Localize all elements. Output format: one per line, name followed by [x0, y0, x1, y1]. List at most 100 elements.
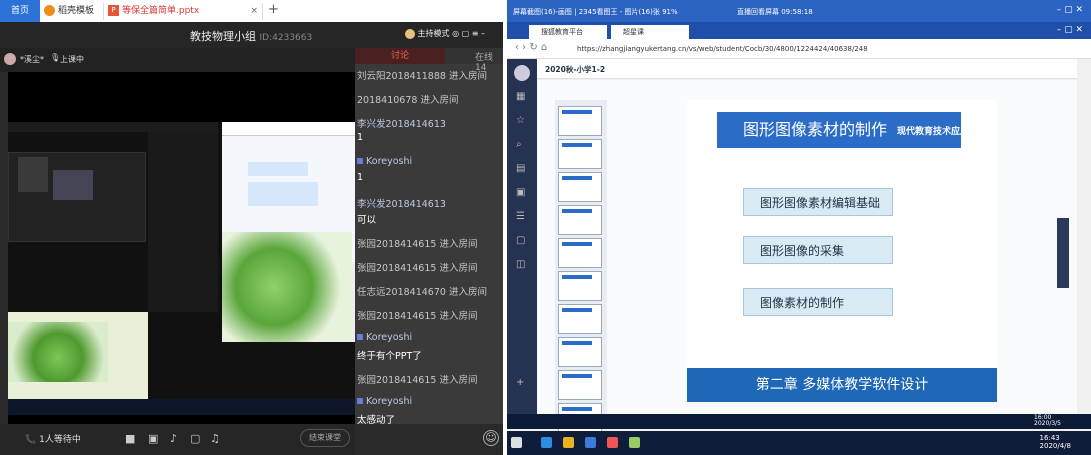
- chat-message-sys: 张园2018414615 进入房间: [357, 308, 477, 322]
- slide-thumbnail[interactable]: [558, 238, 602, 268]
- explorer-icon[interactable]: [563, 437, 574, 448]
- slide-item-3: 图像素材的制作: [743, 288, 893, 316]
- tab-template[interactable]: 稻壳模板: [40, 3, 100, 20]
- tab-discussion[interactable]: 讨论: [355, 48, 445, 64]
- avatar: [405, 28, 415, 39]
- host-mode-button[interactable]: 主持模式 ◎ ▢ ≡ –: [405, 28, 485, 39]
- chat-message-name: Koreyoshi: [357, 332, 412, 343]
- browser-tab-2[interactable]: 超星课: [611, 25, 689, 39]
- slide-thumbnail[interactable]: [558, 337, 602, 367]
- chat-message-body: 1: [357, 132, 363, 143]
- chat-message-text: 李兴发2018414613: [357, 119, 446, 130]
- chat-message-name: Koreyoshi: [357, 156, 412, 167]
- list-icon[interactable]: ☰: [516, 211, 528, 223]
- slide-thumbnail[interactable]: [558, 370, 602, 400]
- browser-tab-1[interactable]: 搜狐教育平台: [529, 25, 607, 39]
- outer-clock: 16:43 2020/4/8: [1039, 434, 1071, 450]
- mic-icon: 🎙: [50, 53, 61, 62]
- nav-icons[interactable]: ‹ › ↻ ⌂: [515, 42, 547, 53]
- template-icon: [44, 5, 55, 16]
- ppt-icon: P: [108, 5, 119, 16]
- user-badge-icon: [357, 398, 363, 404]
- plus-icon[interactable]: +: [516, 377, 528, 389]
- current-slide: 图形图像素材的制作 现代教育技术应用 图形图像素材编辑基础 图形图像的采集 图像…: [687, 100, 997, 402]
- divider: [503, 0, 507, 455]
- inner-taskbar: 16:00 2020/3/5: [507, 414, 1091, 429]
- windows-taskbar: 16:43 2020/4/8: [507, 431, 1091, 455]
- slide-thumbnail[interactable]: [558, 271, 602, 301]
- calendar-icon[interactable]: ▣: [516, 187, 528, 199]
- course-name: 2020秋-小学1-2: [545, 65, 606, 74]
- chat-message-text: 张园2018414615 进入房间: [357, 239, 478, 250]
- slide-thumbnail[interactable]: [558, 139, 602, 169]
- browser-icon[interactable]: [541, 437, 552, 448]
- whiteboard-icon[interactable]: ▢: [190, 432, 200, 445]
- emoji-icon[interactable]: ☺: [483, 430, 499, 446]
- room-header: 教技物理小组 ID:4233663 主持模式 ◎ ▢ ≡ –: [0, 22, 503, 48]
- chat-message-text: 张园2018414615 进入房间: [357, 263, 478, 274]
- media-icon[interactable]: [607, 437, 618, 448]
- start-icon[interactable]: [511, 437, 522, 448]
- chat-message-text: 张园2018414615 进入房间: [357, 311, 478, 322]
- add-tab-icon[interactable]: +: [268, 2, 279, 17]
- chat-message-text: Koreyoshi: [366, 332, 413, 343]
- chat-message-name: Koreyoshi: [357, 396, 412, 407]
- music-icon[interactable]: ♫: [210, 432, 220, 445]
- slide-thumbnail[interactable]: [558, 172, 602, 202]
- player-title: 直播回看屏幕 09:58:18: [737, 8, 813, 16]
- slide-item-2: 图形图像的采集: [743, 236, 893, 264]
- camera-icon[interactable]: ■: [125, 432, 135, 445]
- chat-message-body: 太感动了: [357, 412, 395, 424]
- chat-message-name: 李兴发2018414613: [357, 196, 446, 210]
- browser-tab-bar: 搜狐教育平台 超星课 – ▢ ✕: [507, 22, 1091, 39]
- slide-item-1: 图形图像素材编辑基础: [743, 188, 893, 216]
- tab-ppt-file[interactable]: P 等保全篇简单.pptx ×: [103, 3, 263, 20]
- chat-message-sys: 张园2018414615 进入房间: [357, 236, 477, 250]
- slide-thumbnails: [555, 100, 607, 433]
- chat-message-text: 李兴发2018414613: [357, 199, 446, 210]
- room-id: ID:4233663: [259, 33, 313, 43]
- chat-message-text: 太感动了: [357, 415, 396, 424]
- avatar: [514, 65, 530, 81]
- slide-thumbnail[interactable]: [558, 205, 602, 235]
- search-icon[interactable]: ⌕: [516, 139, 528, 151]
- close-tab-icon[interactable]: ×: [250, 3, 258, 20]
- chat-message-sys: 2018410678 进入房间: [357, 92, 458, 106]
- chat-message-text: 任志远2018414670 进入房间: [357, 287, 487, 298]
- doc-icon[interactable]: ▤: [516, 163, 528, 175]
- chat-message-text: 张园2018414615 进入房间: [357, 375, 478, 386]
- screen-share-icon[interactable]: ▣: [148, 432, 158, 445]
- slide-thumbnail[interactable]: [558, 304, 602, 334]
- folder-icon[interactable]: ▢: [516, 235, 528, 247]
- chat-panel: 讨论 在线14 刘云阳2018411888 进入房间 2018410678 进入房…: [355, 48, 503, 424]
- home-icon[interactable]: ▦: [516, 91, 528, 103]
- teacher-row: *溪尘* 🎙 上课中: [0, 48, 355, 72]
- viewer-title: 屏幕截图(16)-画图 | 2345看图王 - 图片(16)张 91%: [513, 8, 678, 16]
- book-icon[interactable]: ◫: [516, 259, 528, 271]
- course-sidebar: ▦ ☆ ⌕ ▤ ▣ ☰ ▢ ◫ +: [507, 59, 537, 429]
- chat-message-text: 1: [357, 172, 364, 183]
- chat-input[interactable]: ☺: [355, 424, 503, 455]
- star-icon[interactable]: ☆: [516, 115, 528, 127]
- microphone-icon[interactable]: ♪: [170, 432, 177, 445]
- image-icon[interactable]: [629, 437, 640, 448]
- phone-icon: 📞: [25, 435, 37, 445]
- end-class-button[interactable]: 结束课堂: [300, 429, 350, 447]
- shared-desktop-image: [8, 122, 355, 415]
- chat-message-text: Koreyoshi: [366, 156, 413, 167]
- address-bar: ‹ › ↻ ⌂ https://zhangjiangyukertang.cn/v…: [507, 39, 1091, 59]
- chat-message-sys: 张园2018414615 进入房间: [357, 372, 477, 386]
- chat-message-text: 终于有个PPT了: [357, 351, 422, 362]
- slide-thumbnail[interactable]: [558, 106, 602, 136]
- app-icon[interactable]: [585, 437, 596, 448]
- screen-share-view: [8, 72, 355, 424]
- browser-window-controls-icon[interactable]: – ▢ ✕: [1057, 25, 1083, 35]
- waiting-queue-button[interactable]: 📞 1人等待中: [25, 432, 81, 445]
- tab-home[interactable]: 首页: [0, 0, 40, 22]
- window-controls-icon[interactable]: – ▢ ✕: [1057, 5, 1083, 15]
- slide-subtitle: 现代教育技术应用: [897, 127, 970, 137]
- url-field[interactable]: https://zhangjiangyukertang.cn/vs/web/st…: [577, 42, 897, 56]
- side-tool-rail[interactable]: [1057, 218, 1069, 288]
- user-badge-icon: [357, 334, 363, 340]
- chat-tabs: 讨论 在线14: [355, 48, 503, 73]
